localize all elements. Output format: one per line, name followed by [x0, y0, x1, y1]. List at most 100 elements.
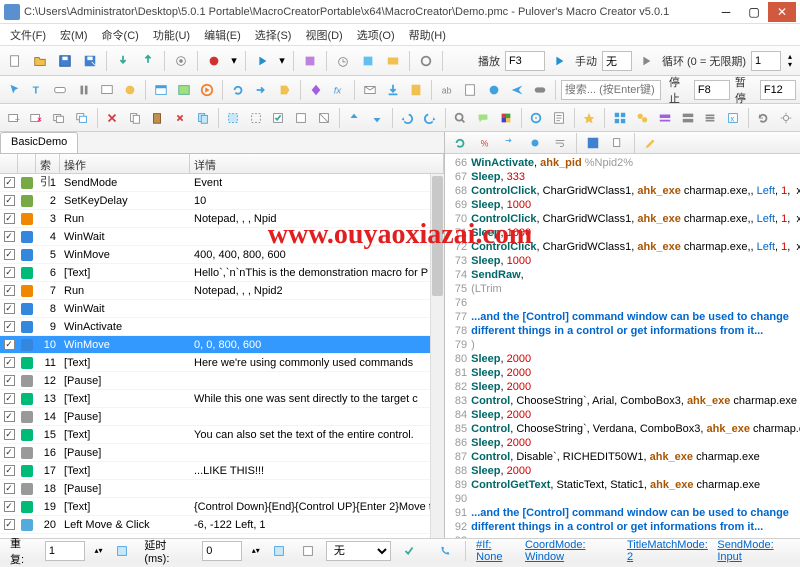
code-wrap-icon[interactable] — [549, 132, 571, 154]
play-button[interactable] — [251, 50, 273, 72]
play-dropdown[interactable]: ▾ — [276, 50, 288, 72]
special-icon[interactable] — [50, 79, 70, 101]
col-index[interactable]: 索引 — [36, 154, 60, 173]
context-button[interactable] — [357, 50, 379, 72]
table-row[interactable]: 12 [Pause] — [0, 372, 444, 390]
checkall-button[interactable] — [269, 107, 289, 129]
menu-view[interactable]: 视图(D) — [299, 25, 348, 45]
funcs-button[interactable] — [655, 107, 675, 129]
menu-file[interactable]: 文件(F) — [4, 25, 52, 45]
row-checkbox[interactable] — [4, 483, 15, 494]
table-row[interactable]: 17 [Text] ...LIKE THIS!!! — [0, 462, 444, 480]
row-checkbox[interactable] — [4, 429, 15, 440]
row-checkbox[interactable] — [4, 339, 15, 350]
tab-dup-button[interactable] — [49, 107, 69, 129]
row-checkbox[interactable] — [4, 285, 15, 296]
row-checkbox[interactable] — [4, 195, 15, 206]
moveup-button[interactable] — [344, 107, 364, 129]
tab-close-button[interactable]: × — [27, 107, 47, 129]
menu-help[interactable]: 帮助(H) — [403, 25, 452, 45]
table-row[interactable]: 2 SetKeyDelay 10 — [0, 192, 444, 210]
send-icon[interactable] — [507, 79, 527, 101]
status-titlematch[interactable]: TitleMatchMode: 2 — [627, 539, 709, 563]
table-row[interactable]: 11 [Text] Here we're using commonly used… — [0, 354, 444, 372]
col-operation[interactable]: 操作 — [60, 154, 190, 173]
timer-button[interactable] — [332, 50, 354, 72]
loop-spinner[interactable]: ▴▾ — [784, 50, 796, 72]
zip-icon[interactable] — [406, 79, 426, 101]
save-button[interactable] — [54, 50, 76, 72]
cut-button[interactable] — [102, 107, 122, 129]
label-icon[interactable] — [275, 79, 295, 101]
edit2-button[interactable] — [549, 107, 569, 129]
new-button[interactable] — [4, 50, 26, 72]
string-icon[interactable]: ab — [437, 79, 457, 101]
table-row[interactable]: 16 [Pause] — [0, 444, 444, 462]
run-icon[interactable] — [197, 79, 217, 101]
maximize-button[interactable]: ▢ — [740, 2, 768, 22]
table-row[interactable]: 20 Left Move & Click -6, -122 Left, 1 — [0, 516, 444, 534]
repeat-apply-icon[interactable] — [112, 540, 132, 562]
window-icon[interactable] — [151, 79, 171, 101]
code-var-icon[interactable]: % — [474, 132, 496, 154]
menu-macro[interactable]: 宏(M) — [54, 25, 94, 45]
row-checkbox[interactable] — [4, 267, 15, 278]
table-row[interactable]: 1 SendMode Event — [0, 174, 444, 192]
comment-button[interactable] — [473, 107, 493, 129]
tab-add-button[interactable]: + — [4, 107, 24, 129]
funcs2-button[interactable] — [678, 107, 698, 129]
code-refresh-icon[interactable] — [449, 132, 471, 154]
showhide-button[interactable] — [382, 50, 404, 72]
undo-button[interactable] — [398, 107, 418, 129]
find-button[interactable] — [451, 107, 471, 129]
code-save-icon[interactable] — [582, 132, 604, 154]
col-detail[interactable]: 详情 — [190, 154, 444, 173]
redo-button[interactable] — [420, 107, 440, 129]
play-hotkey-input[interactable] — [505, 51, 545, 71]
invertcheck-button[interactable] — [314, 107, 334, 129]
msgbox-icon[interactable] — [97, 79, 117, 101]
row-checkbox[interactable] — [4, 375, 15, 386]
uncheckall-button[interactable] — [291, 107, 311, 129]
row-checkbox[interactable] — [4, 303, 15, 314]
saveas-button[interactable] — [79, 50, 101, 72]
selectnone-button[interactable] — [246, 107, 266, 129]
vars-button[interactable]: x — [723, 107, 743, 129]
pause-hotkey-input[interactable] — [760, 80, 796, 100]
menu-select[interactable]: 选择(S) — [249, 25, 298, 45]
manual-play-button[interactable] — [635, 50, 657, 72]
table-row[interactable]: 3 Run Notepad, , , Npid — [0, 210, 444, 228]
row-checkbox[interactable] — [4, 213, 15, 224]
play-hotkey-button[interactable] — [548, 50, 570, 72]
tab-basicdemo[interactable]: BasicDemo — [0, 132, 78, 153]
code-view[interactable]: 66WinActivate, ahk_pid %Npid2%67Sleep, 3… — [445, 154, 800, 538]
table-row[interactable]: 13 [Text] While this one was sent direct… — [0, 390, 444, 408]
findwin-button[interactable] — [526, 107, 546, 129]
table-row[interactable]: 6 [Text] Hello`,`n`nThis is the demonstr… — [0, 264, 444, 282]
table-row[interactable]: 4 WinWait — [0, 228, 444, 246]
delay-apply-icon[interactable] — [269, 540, 289, 562]
code-tab-icon[interactable] — [499, 132, 521, 154]
delay-spinner[interactable]: ▴▾ — [250, 540, 261, 562]
email-icon[interactable] — [360, 79, 380, 101]
row-checkbox[interactable] — [4, 393, 15, 404]
menu-edit[interactable]: 编辑(E) — [198, 25, 247, 45]
funcs3-button[interactable] — [701, 107, 721, 129]
import-button[interactable] — [112, 50, 134, 72]
row-checkbox[interactable] — [4, 447, 15, 458]
apply-icon[interactable] — [399, 540, 419, 562]
text-icon[interactable]: T — [27, 79, 47, 101]
table-row[interactable]: 14 [Pause] — [0, 408, 444, 426]
movedown-button[interactable] — [367, 107, 387, 129]
selectall-button[interactable] — [223, 107, 243, 129]
copy-button[interactable] — [125, 107, 145, 129]
table-row[interactable]: 15 [Text] You can also set the text of t… — [0, 426, 444, 444]
loop-input[interactable] — [751, 51, 781, 71]
row-checkbox[interactable] — [4, 501, 15, 512]
repeat-spinner[interactable]: ▴▾ — [93, 540, 104, 562]
duplicate-button[interactable] — [193, 107, 213, 129]
menu-command[interactable]: 命令(C) — [96, 25, 145, 45]
menu-options[interactable]: 选项(O) — [351, 25, 401, 45]
row-checkbox[interactable] — [4, 519, 15, 530]
phone-icon[interactable] — [435, 540, 455, 562]
